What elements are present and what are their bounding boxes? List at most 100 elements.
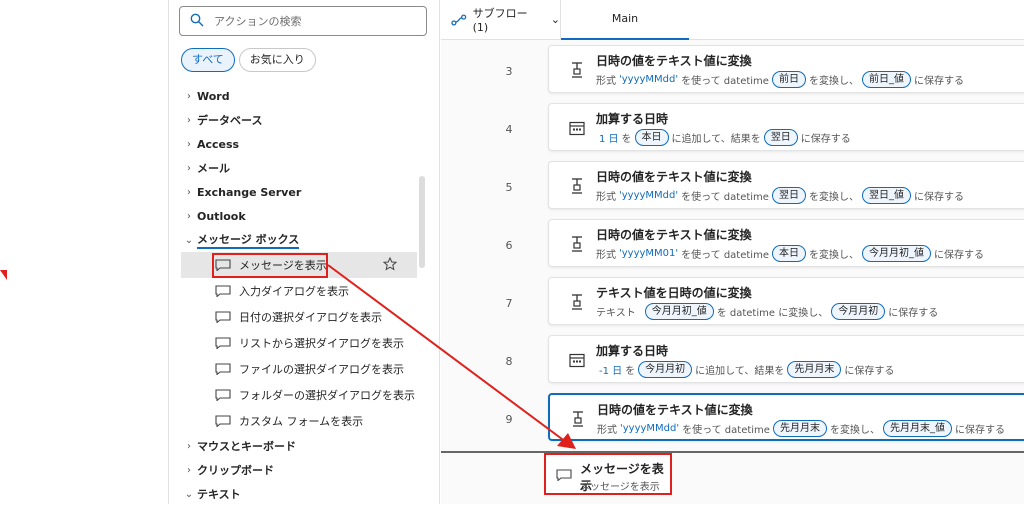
desc-text: 形式 xyxy=(596,192,616,203)
variable-chip[interactable]: 先月月末_値 xyxy=(882,420,952,437)
action-title: 日時の値をテキスト値に変換 xyxy=(597,403,753,417)
scrollbar[interactable] xyxy=(419,176,425,268)
calendar-icon xyxy=(569,353,585,368)
action-description: 形式'yyyyMMdd' を使って datetime 前日 を変換し、 前日_値 に保存す… xyxy=(596,71,964,88)
category-label: Access xyxy=(197,137,240,151)
step-number: 5 xyxy=(505,181,513,194)
action-description: 形式'yyyyMMdd' を使って datetime 翌日 を変換し、 翌日_値 に保存す… xyxy=(596,187,964,204)
desc-value: 'yyyyMMdd' xyxy=(619,190,679,201)
flow-action-card[interactable]: 加算する日時 1 日を本日 に追加して、結果を 翌日 に保存する xyxy=(548,103,1024,151)
actions-tree: › Word › データベース › Access › メール › Exchange Ser… xyxy=(169,84,431,506)
action-description: 1 日を本日 に追加して、結果を 翌日 に保存する xyxy=(596,129,851,146)
action-show-list-dialog[interactable]: リストから選択ダイアログを表示 xyxy=(169,330,431,356)
desc-text: を変換し、 xyxy=(829,425,880,436)
variable-chip[interactable]: 本日 xyxy=(771,245,806,262)
desc-text: を xyxy=(625,366,636,377)
variable-chip[interactable]: 前日_値 xyxy=(861,71,911,88)
category-mouse-keyboard[interactable]: › マウスとキーボード xyxy=(169,434,431,458)
chevron-down-icon: ⌄ xyxy=(550,13,560,26)
step-number: 3 xyxy=(505,65,513,78)
action-description: -1 日を今月月初 に追加して、結果を 先月月末 に保存する xyxy=(596,361,894,378)
message-icon xyxy=(215,285,231,297)
action-label: リストから選択ダイアログを表示 xyxy=(239,337,404,350)
subflow-dropdown[interactable]: サブフロー (1) ⌄ xyxy=(441,0,561,40)
flow-action-card[interactable]: 日時の値をテキスト値に変換形式'yyyyMMdd' を使って datetime 前日… xyxy=(548,45,1024,93)
chevron-down-icon: ⌄ xyxy=(184,234,194,246)
variable-chip[interactable]: 先月月末 xyxy=(772,420,827,437)
flow-step-row: 6 日時の値をテキスト値に変換 形式'yyyyMM01' を使って datetime 本… xyxy=(441,219,1024,277)
flow-action-card[interactable]: 日時の値をテキスト値に変換 形式'yyyyMMdd' を使って datetime 先月… xyxy=(548,393,1024,441)
chevron-right-icon: › xyxy=(187,162,191,174)
flow-action-card[interactable]: 日時の値をテキスト値に変換 形式'yyyyMM01' を使って datetime 本日… xyxy=(548,219,1024,267)
chevron-right-icon: › xyxy=(187,464,191,476)
variable-chip[interactable]: 翌日 xyxy=(771,187,806,204)
step-number: 4 xyxy=(505,123,513,136)
desc-text: 形式 xyxy=(596,250,616,261)
category-database[interactable]: › データベース xyxy=(169,108,431,132)
category-mail[interactable]: › メール xyxy=(169,156,431,180)
category-access[interactable]: › Access xyxy=(169,132,431,156)
left-margin xyxy=(0,0,168,504)
filter-pills: すべて お気に入り xyxy=(181,48,316,72)
variable-chip[interactable]: 今月月初_値 xyxy=(644,303,714,320)
action-show-input-dialog[interactable]: 入力ダイアログを表示 xyxy=(169,278,431,304)
category-outlook[interactable]: › Outlook xyxy=(169,204,431,228)
convert-icon xyxy=(572,178,582,194)
search-box[interactable] xyxy=(179,6,427,36)
chevron-right-icon: › xyxy=(187,440,191,452)
desc-text: を使って datetime xyxy=(682,425,770,436)
calendar-icon xyxy=(569,121,585,136)
variable-chip[interactable]: 翌日 xyxy=(763,129,798,146)
action-title: 日時の値をテキスト値に変換 xyxy=(596,54,752,68)
action-show-custom-form[interactable]: カスタム フォームを表示 xyxy=(169,408,431,434)
action-show-file-dialog[interactable]: ファイルの選択ダイアログを表示 xyxy=(169,356,431,382)
desc-value: 1 日 xyxy=(599,134,619,145)
flow-step-row: 4 加算する日時 1 日を本日 に追加して、結果を 翌日 に保存する xyxy=(441,103,1024,161)
message-icon xyxy=(215,311,231,323)
variable-chip[interactable]: 今月月初 xyxy=(831,303,886,320)
message-icon xyxy=(215,337,231,349)
category-label: クリップボード xyxy=(197,464,274,477)
convert-icon xyxy=(572,62,582,78)
flow-action-card[interactable]: 日時の値をテキスト値に変換 形式'yyyyMMdd' を使って datetime 翌日… xyxy=(548,161,1024,209)
desc-text: 形式 xyxy=(597,425,617,436)
action-show-folder-dialog[interactable]: フォルダーの選択ダイアログを表示 xyxy=(169,382,431,408)
search-input[interactable] xyxy=(214,14,414,28)
step-number: 8 xyxy=(505,355,513,368)
message-icon xyxy=(556,469,572,481)
tab-main[interactable]: Main xyxy=(561,0,689,40)
desc-text: に追加して、結果を xyxy=(695,366,785,377)
desc-text: に保存する xyxy=(844,366,895,377)
variable-chip[interactable]: 前日 xyxy=(771,71,806,88)
flow-action-card[interactable]: 加算する日時 -1 日を今月月初 に追加して、結果を 先月月末 に保存する xyxy=(548,335,1024,383)
variable-chip[interactable]: 今月月初_値 xyxy=(861,245,931,262)
flow-action-card[interactable]: テキスト値を日時の値に変換 テキスト 今月月初_値を datetime に変換し、今… xyxy=(548,277,1024,325)
actions-panel: すべて お気に入り › Word › データベース › Access › メール › Ex… xyxy=(168,0,440,504)
variable-chip[interactable]: 本日 xyxy=(634,129,669,146)
variable-chip[interactable]: 今月月初 xyxy=(638,361,693,378)
filter-favorites-button[interactable]: お気に入り xyxy=(238,48,316,72)
category-word[interactable]: › Word xyxy=(169,84,431,108)
action-label: フォルダーの選択ダイアログを表示 xyxy=(239,389,415,402)
action-label: 入力ダイアログを表示 xyxy=(239,285,349,298)
desc-value: 'yyyyMMdd' xyxy=(620,423,680,434)
action-show-date-dialog[interactable]: 日付の選択ダイアログを表示 xyxy=(169,304,431,330)
desc-text: を使って datetime xyxy=(681,192,769,203)
category-text[interactable]: ⌄ テキスト xyxy=(169,482,431,506)
variable-chip[interactable]: 先月月末 xyxy=(787,361,842,378)
variable-chip[interactable]: 翌日_値 xyxy=(861,187,911,204)
action-title: テキスト値を日時の値に変換 xyxy=(596,286,752,300)
search-icon xyxy=(190,13,204,30)
star-icon[interactable] xyxy=(383,257,397,271)
filter-all-button[interactable]: すべて xyxy=(181,48,235,72)
action-label: 日付の選択ダイアログを表示 xyxy=(239,311,382,324)
subflow-icon xyxy=(451,13,467,26)
desc-value: -1 日 xyxy=(599,366,623,377)
desc-text: に保存する xyxy=(933,250,984,261)
action-title: 日時の値をテキスト値に変換 xyxy=(596,170,752,184)
step-number: 6 xyxy=(505,239,513,252)
category-clipboard[interactable]: › クリップボード xyxy=(169,458,431,482)
category-message-box[interactable]: ⌄ メッセージ ボックス xyxy=(169,228,431,252)
category-label: テキスト xyxy=(197,488,241,501)
category-exchange[interactable]: › Exchange Server xyxy=(169,180,431,204)
